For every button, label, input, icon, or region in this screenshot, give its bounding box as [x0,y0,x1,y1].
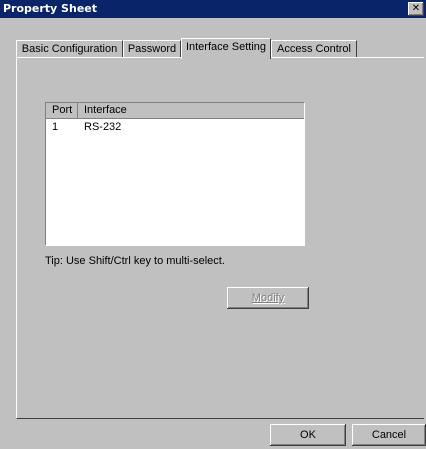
cancel-label: Cancel [371,429,407,441]
listview-header: Port Interface [46,103,304,119]
tab-access-control[interactable]: Access Control [271,40,357,58]
column-label: Port [52,104,73,116]
column-label: Interface [84,104,127,116]
close-icon: ✕ [411,3,421,14]
ok-button[interactable]: OK [270,424,346,446]
window-title: Property Sheet [3,2,97,15]
tab-label: Access Control [277,43,351,55]
tab-basic-configuration[interactable]: Basic Configuration [16,40,123,58]
tab-label: Basic Configuration [21,43,118,55]
ok-label: OK [300,429,316,441]
tab-label: Password [127,43,177,55]
cell-interface: RS-232 [84,121,122,133]
cell-port: 1 [52,121,59,133]
cancel-button[interactable]: Cancel [352,424,426,446]
column-header-interface[interactable]: Interface [78,103,304,118]
column-header-port[interactable]: Port [46,103,78,118]
close-button[interactable]: ✕ [408,2,424,16]
modify-button[interactable]: Modify [227,287,309,309]
title-bar[interactable]: Property Sheet ✕ [0,0,426,18]
table-row[interactable]: 1 RS-232 [46,120,304,134]
tab-label: Interface Setting [185,41,267,53]
interface-listview[interactable]: Port Interface 1 RS-232 [45,102,305,246]
tip-text: Tip: Use Shift/Ctrl key to multi-select. [45,255,225,267]
tab-password[interactable]: Password [123,40,181,58]
tab-interface-setting[interactable]: Interface Setting [181,38,271,59]
modify-label: Modify [251,292,285,304]
